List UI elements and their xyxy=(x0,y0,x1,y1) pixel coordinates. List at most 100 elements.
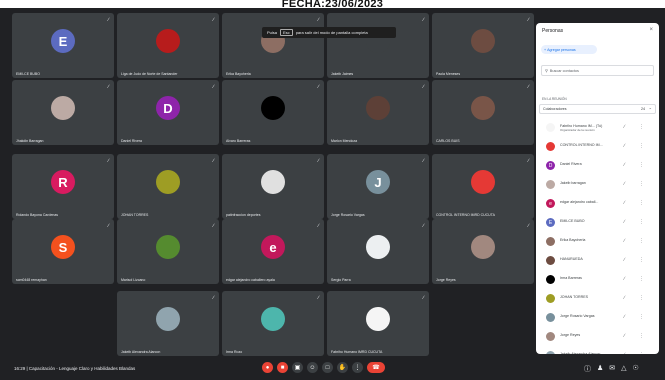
raise-hand-button[interactable]: ✋ xyxy=(337,362,348,373)
mic-icon[interactable]: ∕ xyxy=(624,124,625,130)
avatar xyxy=(546,237,555,246)
more-vert-icon[interactable]: ⋮ xyxy=(639,257,644,263)
mic-off-icon: ∕ xyxy=(318,158,319,164)
participant-tile[interactable]: ∕ Alvaro Barreras xyxy=(222,80,324,145)
participant-name: Paola Meneses xyxy=(436,72,461,76)
participant-tile[interactable]: ∕ Liga de Judo de Norte de Santander xyxy=(117,13,219,78)
participant-tile[interactable]: ∕ E EMILCE BUBO xyxy=(12,13,114,78)
collaborators-group[interactable]: Colaboradores 24 ⌃ xyxy=(539,104,656,114)
participant-tile[interactable]: ∕ Erika Bayoherla xyxy=(222,13,324,78)
participant-tile[interactable]: ∕ Jorge Reyes xyxy=(432,219,534,284)
more-vert-icon[interactable]: ⋮ xyxy=(639,124,644,130)
mic-icon[interactable]: ∕ xyxy=(624,314,625,320)
captions-icon: ▣ xyxy=(294,365,301,371)
emoji-button[interactable]: ☺ xyxy=(307,362,318,373)
participant-tile[interactable]: ∕ Irma Rozo xyxy=(222,291,324,356)
chat-icon[interactable]: ✉ xyxy=(609,364,615,374)
more-vert-icon[interactable]: ⋮ xyxy=(639,333,644,339)
participant-tile[interactable]: ∕ J Jorge Rosario Vargas xyxy=(327,154,429,219)
mic-off-icon: ∕ xyxy=(108,223,109,229)
mic-icon[interactable]: ∕ xyxy=(624,181,625,187)
add-people-button[interactable]: + Agregar personas xyxy=(541,45,597,54)
more-vert-icon[interactable]: ⋮ xyxy=(639,295,644,301)
participant-tile[interactable]: ∕ D Daniel Rivera xyxy=(117,80,219,145)
more-options-button[interactable]: ⋮ xyxy=(352,362,363,373)
avatar: E xyxy=(51,29,75,53)
more-vert-icon[interactable]: ⋮ xyxy=(639,162,644,168)
more-vert-icon[interactable]: ⋮ xyxy=(639,219,644,225)
participant-name: Liga de Judo de Norte de Santander xyxy=(121,72,178,76)
people-list-item[interactable]: D Daniel Rivera ∕ ⋮ xyxy=(536,156,659,175)
people-list-item[interactable]: e edgar alejandro caball... ∕ ⋮ xyxy=(536,194,659,213)
people-list-item[interactable]: Jakeib barragan ∕ ⋮ xyxy=(536,175,659,194)
avatar: e xyxy=(546,199,555,208)
more-vert-icon[interactable]: ⋮ xyxy=(639,200,644,206)
present-button[interactable]: □ xyxy=(322,362,333,373)
participant-tile[interactable]: ∕ patinfraccion deportes xyxy=(222,154,324,219)
captions-button[interactable]: ▣ xyxy=(292,362,303,373)
participant-tile[interactable]: ∕ Paola Meneses xyxy=(432,13,534,78)
participant-tile[interactable]: ∕ Jakeib Alexandra Alarcon xyxy=(117,291,219,356)
camera-off-button[interactable]: ■ xyxy=(277,362,288,373)
activities-icon[interactable]: △ xyxy=(621,364,626,374)
side-controls: ⓘ ♟ ✉ △ ☉ xyxy=(584,364,639,374)
people-list-item[interactable]: Jakeib Alexandra Alarcon ∕ ⋮ xyxy=(536,346,659,354)
more-vert-icon[interactable]: ⋮ xyxy=(639,181,644,187)
mic-icon[interactable]: ∕ xyxy=(624,295,625,301)
people-list-item[interactable]: Irma Barreras ∕ ⋮ xyxy=(536,270,659,289)
participant-tile[interactable]: ∕ Marisol Lizcano xyxy=(117,219,219,284)
participant-tile[interactable]: ∕ CARLOS BUIS xyxy=(432,80,534,145)
mic-icon[interactable]: ∕ xyxy=(624,276,625,282)
people-list-item[interactable]: CONTROL INTERNO IM... ∕ ⋮ xyxy=(536,137,659,156)
mic-icon[interactable]: ∕ xyxy=(624,257,625,263)
mic-icon[interactable]: ∕ xyxy=(624,352,625,354)
participant-name: Alvaro Barreras xyxy=(226,139,251,143)
avatar: E xyxy=(546,218,555,227)
mic-icon[interactable]: ∕ xyxy=(624,219,625,225)
lock-icon[interactable]: ☉ xyxy=(633,364,639,374)
avatar xyxy=(156,170,180,194)
close-icon[interactable]: × xyxy=(649,27,653,33)
participant-tile[interactable]: ∕ Sscm0448 remayhan xyxy=(12,219,114,284)
info-icon[interactable]: ⓘ xyxy=(584,364,591,374)
people-list-item[interactable]: HANURUEDA ∕ ⋮ xyxy=(536,251,659,270)
avatar xyxy=(261,96,285,120)
people-list-item[interactable]: Jorge Rosario Vargas ∕ ⋮ xyxy=(536,308,659,327)
avatar xyxy=(546,294,555,303)
participant-tile[interactable]: ∕ Fabriho Humano IMRD CUCUTA xyxy=(327,291,429,356)
more-vert-icon[interactable]: ⋮ xyxy=(639,352,644,354)
participant-tile[interactable]: ∕ CONTROL INTERNO IMRD CUCUTA xyxy=(432,154,534,219)
search-contacts-input[interactable]: ⚲ Buscar contactos xyxy=(541,65,654,76)
more-vert-icon[interactable]: ⋮ xyxy=(639,314,644,320)
mic-icon[interactable]: ∕ xyxy=(624,162,625,168)
more-vert-icon[interactable]: ⋮ xyxy=(639,143,644,149)
people-list-item[interactable]: JOHAN TORRES ∕ ⋮ xyxy=(536,289,659,308)
mic-icon[interactable]: ∕ xyxy=(624,200,625,206)
people-list-item[interactable]: E EMILCE BUBO ∕ ⋮ xyxy=(536,213,659,232)
mic-icon[interactable]: ∕ xyxy=(624,143,625,149)
more-vert-icon[interactable]: ⋮ xyxy=(639,276,644,282)
people-list-item[interactable]: Fabriho Humano IM... (Tú) Organizador de … xyxy=(536,118,659,137)
hand-icon: ✋ xyxy=(338,365,347,371)
participant-tile[interactable]: ∕ JOHAN TORRES xyxy=(117,154,219,219)
chevron-up-icon: ⌃ xyxy=(648,106,652,112)
avatar: R xyxy=(51,170,75,194)
people-list-item[interactable]: Jorge Reyes ∕ ⋮ xyxy=(536,327,659,346)
participant-tile[interactable]: ∕ e edgar alejandro caballero ayala xyxy=(222,219,324,284)
participant-tile[interactable]: ∕ R Rolando Bayona Cardenas xyxy=(12,154,114,219)
participant-name: Jakeib Alexandra Alarcon xyxy=(121,350,161,354)
mic-off-icon: ∕ xyxy=(213,17,214,23)
mic-icon[interactable]: ∕ xyxy=(624,333,625,339)
people-list-item[interactable]: Erika Bayoherla ∕ ⋮ xyxy=(536,232,659,251)
search-icon: ⚲ xyxy=(545,69,548,73)
end-call-button[interactable]: ☎ xyxy=(367,362,385,373)
avatar xyxy=(546,275,555,284)
mic-off-button[interactable]: ● xyxy=(262,362,273,373)
people-icon[interactable]: ♟ xyxy=(597,364,603,374)
more-vert-icon[interactable]: ⋮ xyxy=(639,238,644,244)
participant-tile[interactable]: ∕ Marlon Mendoza xyxy=(327,80,429,145)
mic-icon[interactable]: ∕ xyxy=(624,238,625,244)
participant-tile[interactable]: ∕ Jhakdin Barragan xyxy=(12,80,114,145)
participant-tile[interactable]: ∕ Jakeib Jaimes xyxy=(327,13,429,78)
participant-tile[interactable]: ∕ Sergio Parra xyxy=(327,219,429,284)
